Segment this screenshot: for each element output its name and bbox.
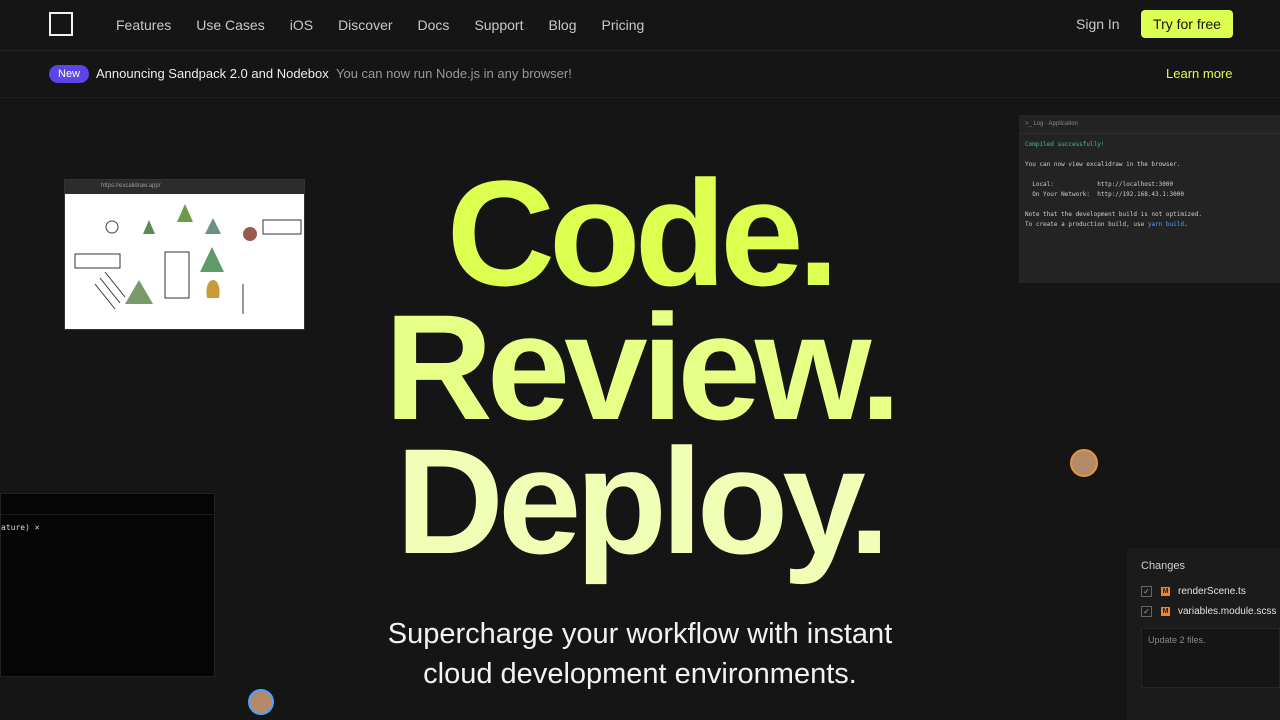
- collaborator-avatar[interactable]: [1070, 449, 1098, 477]
- nav-link-blog[interactable]: Blog: [548, 17, 576, 33]
- modified-icon: M: [1161, 586, 1170, 596]
- commit-message-input[interactable]: Update 2 files.: [1141, 628, 1280, 688]
- nav-link-docs[interactable]: Docs: [418, 17, 450, 33]
- file-name: variables.module.scss: [1178, 605, 1277, 617]
- announcement-bar: New Announcing Sandpack 2.0 and Nodebox …: [0, 51, 1280, 98]
- sign-in-link[interactable]: Sign In: [1076, 16, 1120, 32]
- announcement-subtitle: You can now run Node.js in any browser!: [336, 66, 572, 81]
- collaborator-avatar[interactable]: [248, 689, 274, 715]
- nav-link-support[interactable]: Support: [474, 17, 523, 33]
- nav-link-discover[interactable]: Discover: [338, 17, 392, 33]
- top-navigation: Features Use Cases iOS Discover Docs Sup…: [0, 0, 1280, 51]
- nav-link-ios[interactable]: iOS: [290, 17, 313, 33]
- terminal-text: ature) ×: [1, 523, 40, 532]
- logo-icon[interactable]: [49, 12, 73, 36]
- try-for-free-button[interactable]: Try for free: [1141, 10, 1233, 38]
- nav-link-pricing[interactable]: Pricing: [602, 17, 645, 33]
- changes-title: Changes: [1141, 560, 1186, 572]
- change-file-row[interactable]: ✓ M renderScene.ts: [1141, 583, 1246, 599]
- file-name: renderScene.ts: [1178, 585, 1246, 597]
- console-header: >_ Log · Application: [1019, 115, 1280, 134]
- change-file-row[interactable]: ✓ M variables.module.scss: [1141, 603, 1276, 619]
- console-line-compiled: Compiled successfully!: [1025, 141, 1105, 148]
- new-badge: New: [49, 65, 90, 83]
- nav-link-features[interactable]: Features: [116, 17, 171, 33]
- changes-panel: Changes ✓ M renderScene.ts ✓ M variables…: [1127, 548, 1280, 720]
- checkbox[interactable]: ✓: [1141, 605, 1152, 617]
- hero-subtitle: Supercharge your workflow with instant c…: [340, 614, 940, 694]
- hero-subtitle-line1: Supercharge your workflow with instant: [387, 618, 893, 650]
- modified-icon: M: [1161, 606, 1170, 616]
- learn-more-link[interactable]: Learn more: [1166, 66, 1232, 81]
- terminal-header: [1, 494, 214, 515]
- nav-link-use-cases[interactable]: Use Cases: [196, 17, 264, 33]
- checkbox[interactable]: ✓: [1141, 585, 1152, 597]
- hero-subtitle-line2: cloud development environments.: [423, 658, 857, 690]
- nav-menu: Features Use Cases iOS Discover Docs Sup…: [116, 0, 669, 50]
- announcement-title[interactable]: Announcing Sandpack 2.0 and Nodebox: [96, 66, 329, 81]
- terminal-preview: ature) ×: [0, 493, 215, 677]
